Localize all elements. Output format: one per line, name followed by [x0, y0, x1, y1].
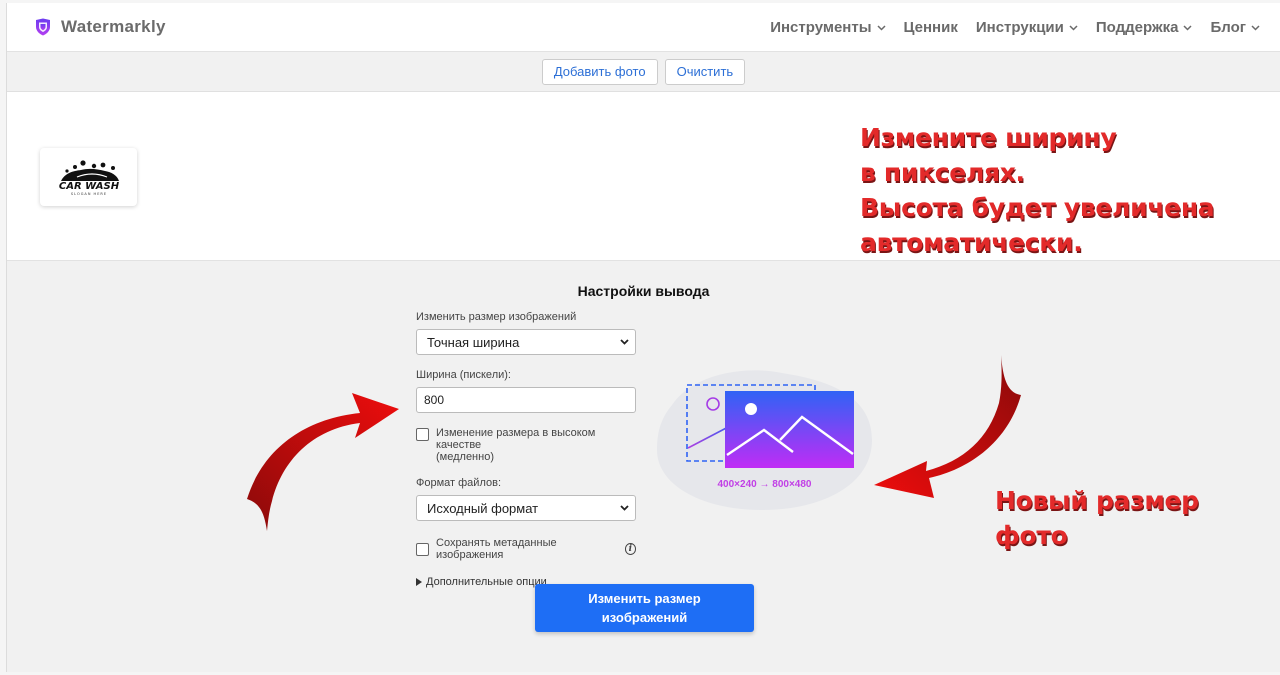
main-nav: Инструменты Ценник Инструкции Поддержка … — [752, 3, 1260, 52]
shield-logo-icon — [36, 18, 50, 36]
resize-mode-select[interactable]: Точная ширина — [416, 329, 636, 355]
resize-preview-graphic — [657, 370, 872, 510]
hq-resize-label-note: (медленно) — [436, 451, 494, 463]
nav-blog-label: Блог — [1210, 19, 1246, 36]
format-select[interactable]: Исходный формат — [416, 495, 636, 521]
hq-resize-label: Изменение размера в высоком качестве — [436, 427, 596, 451]
nav-guides-label: Инструкции — [975, 19, 1064, 36]
annotation-width-hint: Измените ширину в пикселях. Высота будет… — [860, 120, 1215, 260]
nav-guides[interactable]: Инструкции — [976, 19, 1078, 36]
width-input[interactable]: 800 — [416, 387, 636, 413]
info-icon[interactable]: i — [624, 543, 636, 555]
resize-illustration: 400×240 → 800×480 — [652, 365, 877, 515]
hq-resize-checkbox[interactable] — [416, 428, 429, 441]
settings-form: Изменить размер изображений Точная ширин… — [416, 311, 636, 588]
format-label: Формат файлов: — [416, 477, 502, 489]
curved-arrow-right-icon — [247, 393, 399, 531]
nav-blog[interactable]: Блог — [1210, 19, 1260, 36]
nav-pricing[interactable]: Ценник — [904, 19, 958, 36]
nav-tools[interactable]: Инструменты — [770, 19, 886, 36]
thumb-subtitle: SLOGAN HERE — [70, 192, 106, 196]
annotation-line: фото — [995, 521, 1068, 550]
resize-mode-label: Изменить размер изображений — [416, 311, 577, 323]
chevron-down-icon — [1251, 24, 1260, 31]
chevron-down-icon — [620, 339, 629, 345]
top-header: Watermarkly Инструменты Ценник Инструкци… — [7, 3, 1280, 52]
annotation-new-size: Новый размер фото — [995, 483, 1199, 553]
add-photo-button[interactable]: Добавить фото — [541, 58, 658, 85]
page: Watermarkly Инструменты Ценник Инструкци… — [6, 3, 1280, 672]
nav-support-label: Поддержка — [1095, 19, 1179, 36]
metadata-option: Сохранять метаданные изображения i — [416, 537, 636, 561]
chevron-down-icon — [1183, 24, 1192, 31]
nav-support[interactable]: Поддержка — [1096, 19, 1193, 36]
chevron-down-icon — [876, 24, 886, 31]
annotation-line: в пикселях. — [860, 158, 1025, 187]
chevron-down-icon — [1069, 24, 1078, 31]
clear-button[interactable]: Очистить — [664, 58, 746, 85]
disclosure-triangle-icon — [416, 578, 422, 586]
resize-button-label: Изменить размер — [588, 591, 701, 606]
resize-button-label-2: изображений — [601, 610, 688, 625]
annotation-line: Новый размер — [995, 486, 1199, 515]
nav-tools-label: Инструменты — [770, 19, 872, 36]
more-options-label: Дополнительные опции — [426, 576, 547, 588]
settings-title: Настройки вывода — [577, 283, 710, 299]
resized-sun-icon — [745, 403, 757, 415]
brand[interactable]: Watermarkly — [35, 17, 166, 37]
width-label: Ширина (пискели): — [416, 369, 511, 381]
image-thumbnail[interactable]: CAR WASH SLOGAN HERE — [40, 148, 137, 206]
metadata-label: Сохранять метаданные изображения — [436, 537, 557, 561]
hq-resize-option: Изменение размера в высоком качестве (ме… — [416, 427, 636, 463]
metadata-checkbox[interactable] — [416, 542, 429, 556]
car-wash-logo-image: CAR WASH SLOGAN HERE — [58, 160, 119, 196]
annotation-line: Измените ширину — [860, 123, 1117, 152]
resize-images-button[interactable]: Изменить размер изображений — [535, 584, 754, 632]
thumb-title: CAR WASH — [58, 181, 119, 192]
width-value: 800 — [424, 393, 445, 407]
chevron-down-icon — [620, 505, 629, 511]
nav-pricing-label: Ценник — [903, 19, 958, 36]
resize-mode-value: Точная ширина — [427, 334, 520, 350]
curved-arrow-left-icon — [874, 355, 1021, 498]
image-toolbar: Добавить фото Очистить — [7, 52, 1280, 92]
format-value: Исходный формат — [427, 500, 539, 516]
annotation-line: Высота будет увеличена — [860, 193, 1215, 222]
size-change-label: 400×240 → 800×480 — [717, 479, 812, 490]
brand-name: Watermarkly — [61, 17, 166, 36]
annotation-line: автоматически. — [860, 228, 1083, 257]
